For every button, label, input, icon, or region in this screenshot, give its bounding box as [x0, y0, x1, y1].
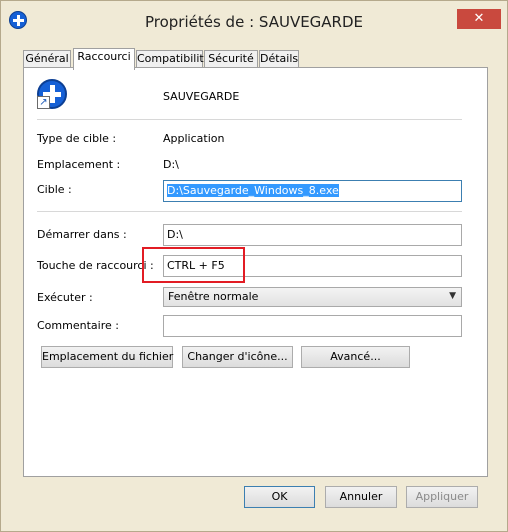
run-label: Exécuter :	[37, 291, 93, 304]
separator	[37, 211, 462, 212]
tab-details[interactable]: Détails	[259, 50, 299, 68]
change-icon-button[interactable]: Changer d'icône...	[182, 346, 293, 368]
shortcut-name: SAUVEGARDE	[163, 90, 240, 103]
comment-label: Commentaire :	[37, 319, 119, 332]
cancel-button[interactable]: Annuler	[325, 486, 397, 508]
properties-dialog: Propriétés de : SAUVEGARDE ✕ Général Rac…	[0, 0, 508, 532]
start-in-input[interactable]: D:\	[163, 224, 462, 246]
apply-button[interactable]: Appliquer	[406, 486, 478, 508]
tab-compatibility[interactable]: Compatibilité	[136, 50, 210, 68]
hotkey-label: Touche de raccourci :	[37, 259, 154, 272]
open-file-location-button[interactable]: Emplacement du fichier	[41, 346, 173, 368]
window-title: Propriétés de : SAUVEGARDE	[144, 13, 364, 31]
title-bar[interactable]: Propriétés de : SAUVEGARDE ✕	[1, 1, 507, 43]
shortcut-arrow-icon: ↗	[37, 96, 50, 109]
tab-security[interactable]: Sécurité	[204, 50, 258, 68]
separator	[37, 119, 462, 120]
tab-shortcut[interactable]: Raccourci	[73, 48, 135, 70]
advanced-button[interactable]: Avancé...	[301, 346, 410, 368]
location-label: Emplacement :	[37, 158, 121, 171]
ok-button[interactable]: OK	[244, 486, 315, 508]
tab-general[interactable]: Général	[23, 50, 71, 68]
location-value: D:\	[163, 158, 179, 171]
run-select-value: Fenêtre normale	[168, 290, 259, 303]
run-select[interactable]: Fenêtre normale ▼	[163, 287, 462, 307]
target-label: Cible :	[37, 183, 72, 196]
chevron-down-icon: ▼	[449, 291, 456, 301]
target-input-text: D:\Sauvegarde_Windows_8.exe	[167, 184, 339, 197]
target-type-value: Application	[163, 132, 225, 145]
target-input[interactable]: D:\Sauvegarde_Windows_8.exe	[163, 180, 462, 202]
target-type-label: Type de cible :	[37, 132, 117, 145]
comment-input[interactable]	[163, 315, 462, 337]
hotkey-highlight-box	[142, 247, 245, 283]
start-in-label: Démarrer dans :	[37, 228, 127, 241]
close-button[interactable]: ✕	[457, 9, 501, 29]
